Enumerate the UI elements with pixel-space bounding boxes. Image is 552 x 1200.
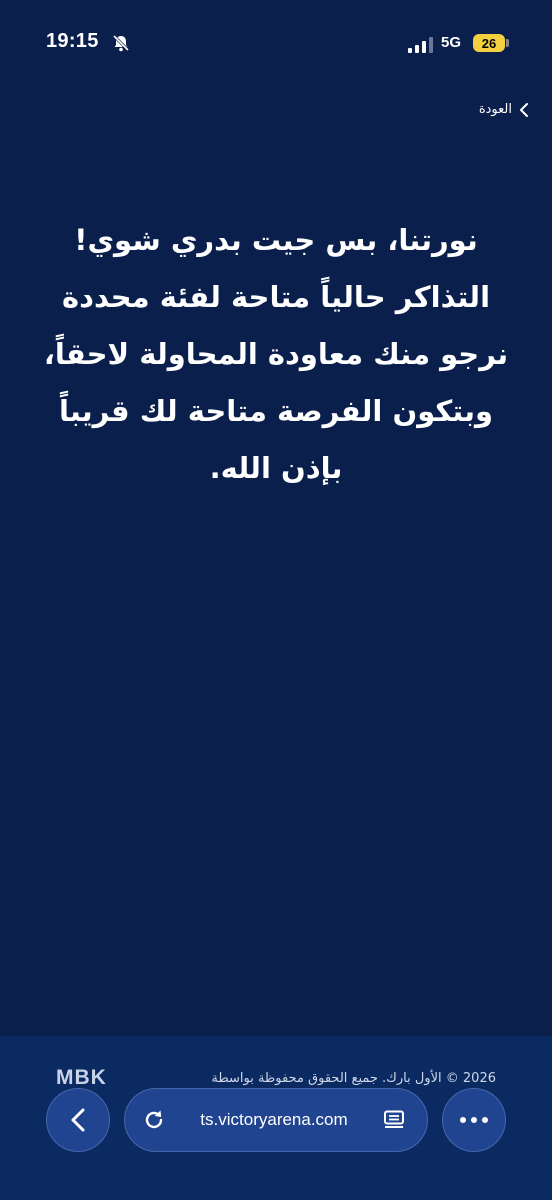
browser-back-button[interactable]: [46, 1088, 110, 1152]
message-line: نورتنا، بس جيت بدري شوي!: [74, 223, 478, 257]
signal-icon: [408, 37, 433, 53]
reload-icon[interactable]: [143, 1109, 165, 1131]
screen: 19:15 5G 26 العودة نورتنا، بس جيت بدري ش…: [0, 0, 552, 1200]
message-line: التذاكر حالياً متاحة لفئة محددة: [61, 280, 491, 314]
back-link[interactable]: العودة: [479, 102, 530, 117]
mbk-logo[interactable]: MBK: [56, 1066, 107, 1090]
status-bar: 19:15 5G 26: [0, 0, 552, 90]
message-line: وبتكون الفرصة متاحة لك قريباً: [59, 394, 493, 428]
notice-message: نورتنا، بس جيت بدري شوي! التذاكر حالياً …: [20, 212, 532, 497]
chevron-left-icon: [520, 102, 528, 117]
battery-level: 26: [481, 35, 497, 51]
more-dots-icon: [460, 1117, 488, 1123]
address-bar[interactable]: ts.victoryarena.com: [124, 1088, 428, 1152]
footer-copyright: 2026 © الأول بارك. جميع الحقوق محفوظة بو…: [211, 1070, 496, 1086]
footer: MBK 2026 © الأول بارك. جميع الحقوق محفوظ…: [56, 1066, 496, 1090]
network-type: 5G: [441, 34, 462, 51]
more-options-button[interactable]: [442, 1088, 506, 1152]
chevron-left-icon: [71, 1108, 85, 1132]
back-link-label: العودة: [478, 102, 512, 117]
bell-slash-icon: [112, 34, 130, 52]
status-time: 19:15: [46, 30, 99, 52]
message-line: نرجو منك معاودة المحاولة لاحقاً،: [43, 337, 509, 371]
reader-mode-icon[interactable]: [383, 1110, 405, 1130]
battery-tip: [506, 39, 509, 47]
url-text: ts.victoryarena.com: [200, 1110, 348, 1129]
battery-icon: 26: [473, 34, 505, 52]
message-line: بإذن الله.: [209, 451, 343, 485]
